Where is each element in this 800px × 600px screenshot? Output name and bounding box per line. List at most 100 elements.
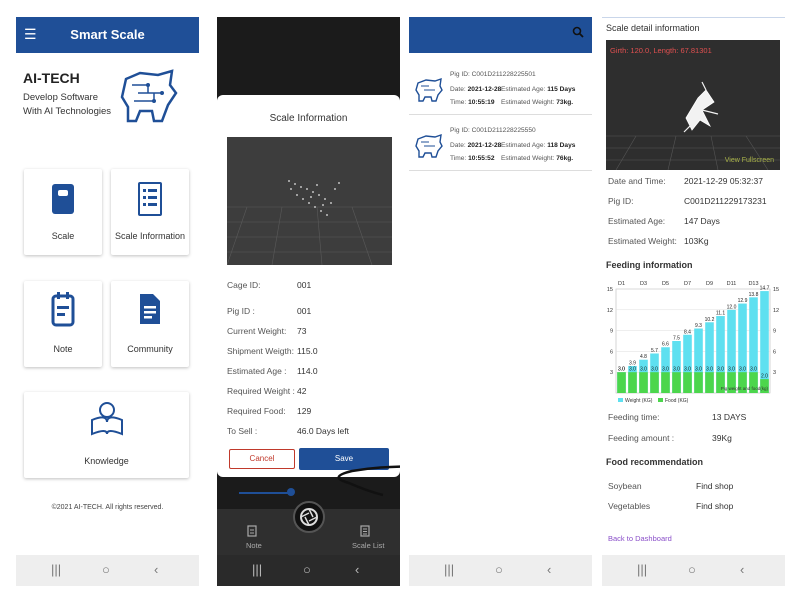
food-data-label: 3.0	[750, 367, 757, 373]
pig-id-value: C001D211228225501	[471, 71, 536, 78]
knowledge-card[interactable]: Knowledge	[24, 392, 189, 478]
weight-data-label: 11.1	[716, 311, 726, 317]
home-nav-icon[interactable]: ○	[102, 562, 110, 577]
bottom-navigation: Note Scale List	[217, 501, 400, 555]
food-data-label: 3.0	[618, 367, 625, 373]
row-label: Vegetables	[608, 501, 651, 511]
copyright-text: ©2021 AI-TECH. All rights reserved.	[51, 504, 164, 511]
system-nav-bar: ||| ○ ‹	[602, 555, 785, 586]
pig-circuit-icon	[415, 77, 443, 102]
food-bar	[661, 372, 670, 393]
food-bar	[617, 372, 626, 393]
scale-card[interactable]: Scale	[24, 169, 102, 255]
food-bar	[694, 372, 703, 393]
slider-track[interactable]	[239, 492, 291, 494]
book-lightbulb-icon	[91, 402, 123, 436]
field-label: Cage ID:	[227, 280, 261, 290]
dialog-title: Scale Information	[269, 113, 348, 124]
field-value: 001	[297, 306, 312, 316]
row-value: 13 DAYS	[712, 412, 747, 422]
x-tick-label: D1	[618, 281, 625, 287]
note-card-label: Note	[53, 344, 73, 354]
recent-apps-icon[interactable]: |||	[444, 562, 454, 577]
note-nav-label[interactable]: Note	[246, 541, 262, 550]
find-shop-link[interactable]: Find shop	[696, 501, 733, 511]
legend-label-weight: Weight (KG)	[625, 398, 653, 404]
food-bar	[650, 372, 659, 393]
food-data-label: 3.0	[706, 367, 713, 373]
cancel-button[interactable]: Cancel	[229, 449, 295, 469]
field-label: To Sell :	[227, 426, 258, 436]
age-label: Estimated Age:	[501, 86, 546, 93]
time-value: 10:55:19	[468, 99, 495, 106]
feeding-title: Feeding information	[606, 260, 693, 270]
home-nav-icon[interactable]: ○	[495, 562, 503, 577]
scale-icon	[52, 184, 74, 214]
point-cloud-3d-view[interactable]	[227, 137, 392, 265]
recent-apps-icon[interactable]: |||	[252, 562, 262, 577]
scale-list-nav-icon[interactable]	[360, 525, 370, 537]
search-icon[interactable]	[572, 26, 584, 38]
y-tick-label-right: 3	[773, 370, 776, 376]
pig-3d-view[interactable]: Girth: 120.0, Length: 67.81301 View Full…	[606, 40, 780, 170]
field-value: 114.0	[297, 366, 318, 376]
food-data-label: 3.0	[640, 367, 647, 373]
home-nav-icon[interactable]: ○	[303, 562, 311, 577]
community-card[interactable]: Community	[111, 281, 189, 367]
field-label: Required Food:	[227, 406, 286, 416]
food-data-label: 3.0	[739, 367, 746, 373]
field-label: Estimated Age :	[227, 366, 287, 376]
list-item[interactable]: Pig ID: C001D211228225501 Date: 2021-12-…	[409, 65, 592, 115]
row-label: Soybean	[608, 481, 642, 491]
back-nav-icon[interactable]: ‹	[740, 562, 744, 577]
back-to-dashboard-link[interactable]: Back to Dashboard	[608, 534, 672, 543]
row-value: C001D211229173231	[684, 196, 767, 206]
row-label: Estimated Weight:	[608, 236, 677, 246]
scale-card-label: Scale	[51, 231, 75, 241]
row-label: Feeding time:	[608, 412, 660, 422]
y-tick-label-right: 6	[773, 349, 776, 355]
food-recommendation-title: Food recommendation	[606, 457, 704, 467]
pig-id-label: Pig ID:	[450, 127, 470, 134]
back-nav-icon[interactable]: ‹	[154, 562, 158, 577]
x-tick-label: D11	[727, 281, 737, 287]
food-data-label: 3.0	[673, 367, 680, 373]
scale-information-card-label: Scale Information	[114, 231, 186, 241]
age-value: 118 Days	[547, 142, 576, 149]
grid-floor	[606, 81, 780, 170]
x-tick-label: D13	[748, 281, 758, 287]
scale-information-dialog: Scale Information Cage ID: 001 Pig ID : 00…	[217, 95, 400, 477]
pig-id-label: Pig ID:	[450, 71, 470, 78]
slider-handle[interactable]	[287, 488, 295, 496]
list-item[interactable]: Pig ID: C001D211228225550 Date: 2021-12-…	[409, 121, 592, 171]
field-value: 46.0 Days left	[297, 426, 349, 436]
note-card[interactable]: Note	[24, 281, 102, 367]
home-nav-icon[interactable]: ○	[688, 562, 696, 577]
food-data-label: 3.0	[684, 367, 691, 373]
note-nav-icon[interactable]	[247, 525, 257, 537]
scale-list-nav-label[interactable]: Scale List	[352, 541, 385, 550]
pig-id-value: C001D211228225550	[471, 127, 536, 134]
weight-data-label: 6.6	[662, 342, 669, 348]
date-label: Date:	[450, 86, 466, 93]
field-value: 73	[297, 326, 307, 336]
recent-apps-icon[interactable]: |||	[51, 562, 61, 577]
pig-circuit-logo-icon	[120, 69, 178, 123]
food-data-label: 3.0	[695, 367, 702, 373]
top-divider	[602, 17, 785, 18]
food-data-label: 3.0	[651, 367, 658, 373]
system-nav-bar: ||| ○ ‹	[409, 555, 592, 586]
scale-information-card[interactable]: Scale Information	[111, 169, 189, 255]
food-data-label: 3.0	[662, 367, 669, 373]
view-fullscreen-link[interactable]: View Fullscreen	[725, 157, 774, 164]
scale-information-screen: Scale Information Cage ID: 001 Pig ID : 00…	[217, 17, 400, 586]
find-shop-link[interactable]: Find shop	[696, 481, 733, 491]
weight-data-label: 10.2	[705, 317, 715, 323]
camera-shutter-button[interactable]	[293, 501, 325, 533]
recent-apps-icon[interactable]: |||	[637, 562, 647, 577]
back-nav-icon[interactable]: ‹	[355, 562, 359, 577]
weight-data-label: 12.9	[738, 298, 748, 304]
app-bar	[409, 17, 592, 53]
back-nav-icon[interactable]: ‹	[547, 562, 551, 577]
weight-data-label: 4.8	[640, 354, 647, 360]
